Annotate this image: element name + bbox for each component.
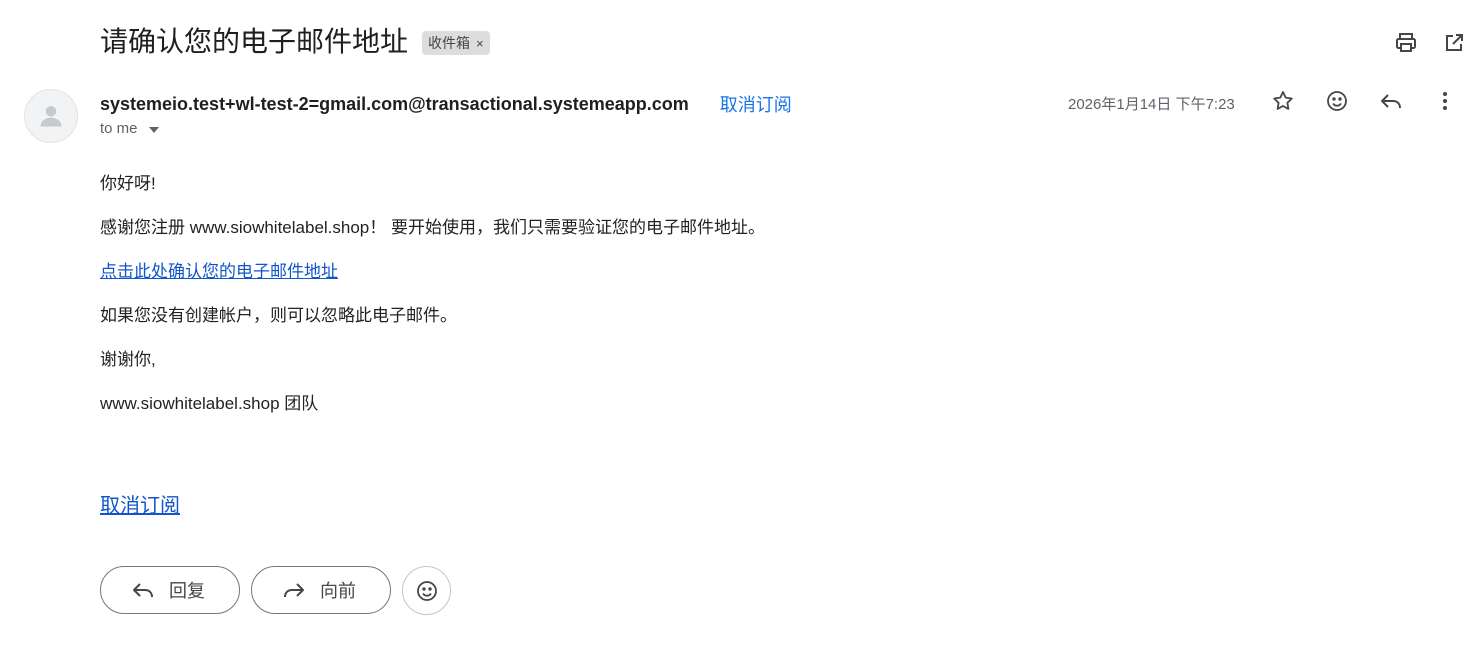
sender-address[interactable]: systemeio.test+wl-test-2=gmail.com@trans… (100, 94, 689, 115)
emoji-icon (1327, 91, 1347, 111)
print-icon (1396, 33, 1416, 52)
reply-actions: 回复 向前 (100, 566, 451, 615)
reply-pill-button[interactable]: 回复 (100, 566, 240, 614)
open-in-new-window-button[interactable] (1441, 30, 1467, 56)
recipient-line[interactable]: to me (100, 120, 159, 137)
message-date: 2026年1月14日 下午7:23 (1068, 96, 1235, 113)
label-text: 收件箱 (428, 35, 471, 51)
open-in-new-icon (1446, 34, 1463, 51)
more-vert-icon (1443, 92, 1447, 110)
message-actions (1270, 88, 1458, 114)
signature-text: www.siowhitelabel.shop 团队 (100, 394, 319, 413)
reply-button[interactable] (1378, 88, 1404, 114)
print-button[interactable] (1393, 30, 1419, 56)
forward-pill-button[interactable]: 向前 (251, 566, 391, 614)
sender-avatar[interactable] (24, 89, 78, 143)
star-icon (1273, 91, 1293, 110)
confirm-email-link[interactable]: 点击此处确认您的电子邮件地址 (100, 262, 338, 281)
email-view: 请确认您的电子邮件地址 收件箱 × systemeio.test+wl-test… (0, 0, 1481, 662)
reply-icon (1381, 94, 1401, 109)
recipient-text: to me (100, 120, 138, 137)
star-button[interactable] (1270, 88, 1296, 114)
emoji-reaction-button[interactable] (402, 566, 451, 615)
person-icon (40, 106, 62, 127)
emoji-icon (416, 580, 437, 601)
inbox-label-chip[interactable]: 收件箱 × (422, 31, 490, 55)
subject-title: 请确认您的电子邮件地址 (100, 25, 409, 58)
unsubscribe-header-link[interactable]: 取消订阅 (720, 91, 792, 117)
thanks-text: 谢谢你, (100, 350, 156, 369)
reply-label: 回复 (169, 581, 205, 601)
subject-row: 请确认您的电子邮件地址 收件箱 × (100, 22, 490, 62)
remove-label-button[interactable]: × (476, 36, 484, 51)
more-options-button[interactable] (1432, 88, 1458, 114)
chevron-down-icon[interactable] (148, 126, 159, 133)
forward-icon (284, 583, 304, 598)
add-reaction-button[interactable] (1324, 88, 1350, 114)
body-line-1: 感谢您注册 www.siowhitelabel.shop！ 要开始使用，我们只需… (100, 218, 765, 237)
sender-line: systemeio.test+wl-test-2=gmail.com@trans… (100, 91, 792, 117)
greeting-text: 你好呀! (100, 174, 156, 193)
reply-icon (133, 583, 153, 598)
unsubscribe-footer-link[interactable]: 取消订阅 (100, 489, 180, 518)
body-line-2: 如果您没有创建帐户，则可以忽略此电子邮件。 (100, 306, 457, 325)
top-toolbar (1393, 30, 1467, 56)
forward-label: 向前 (320, 581, 356, 601)
